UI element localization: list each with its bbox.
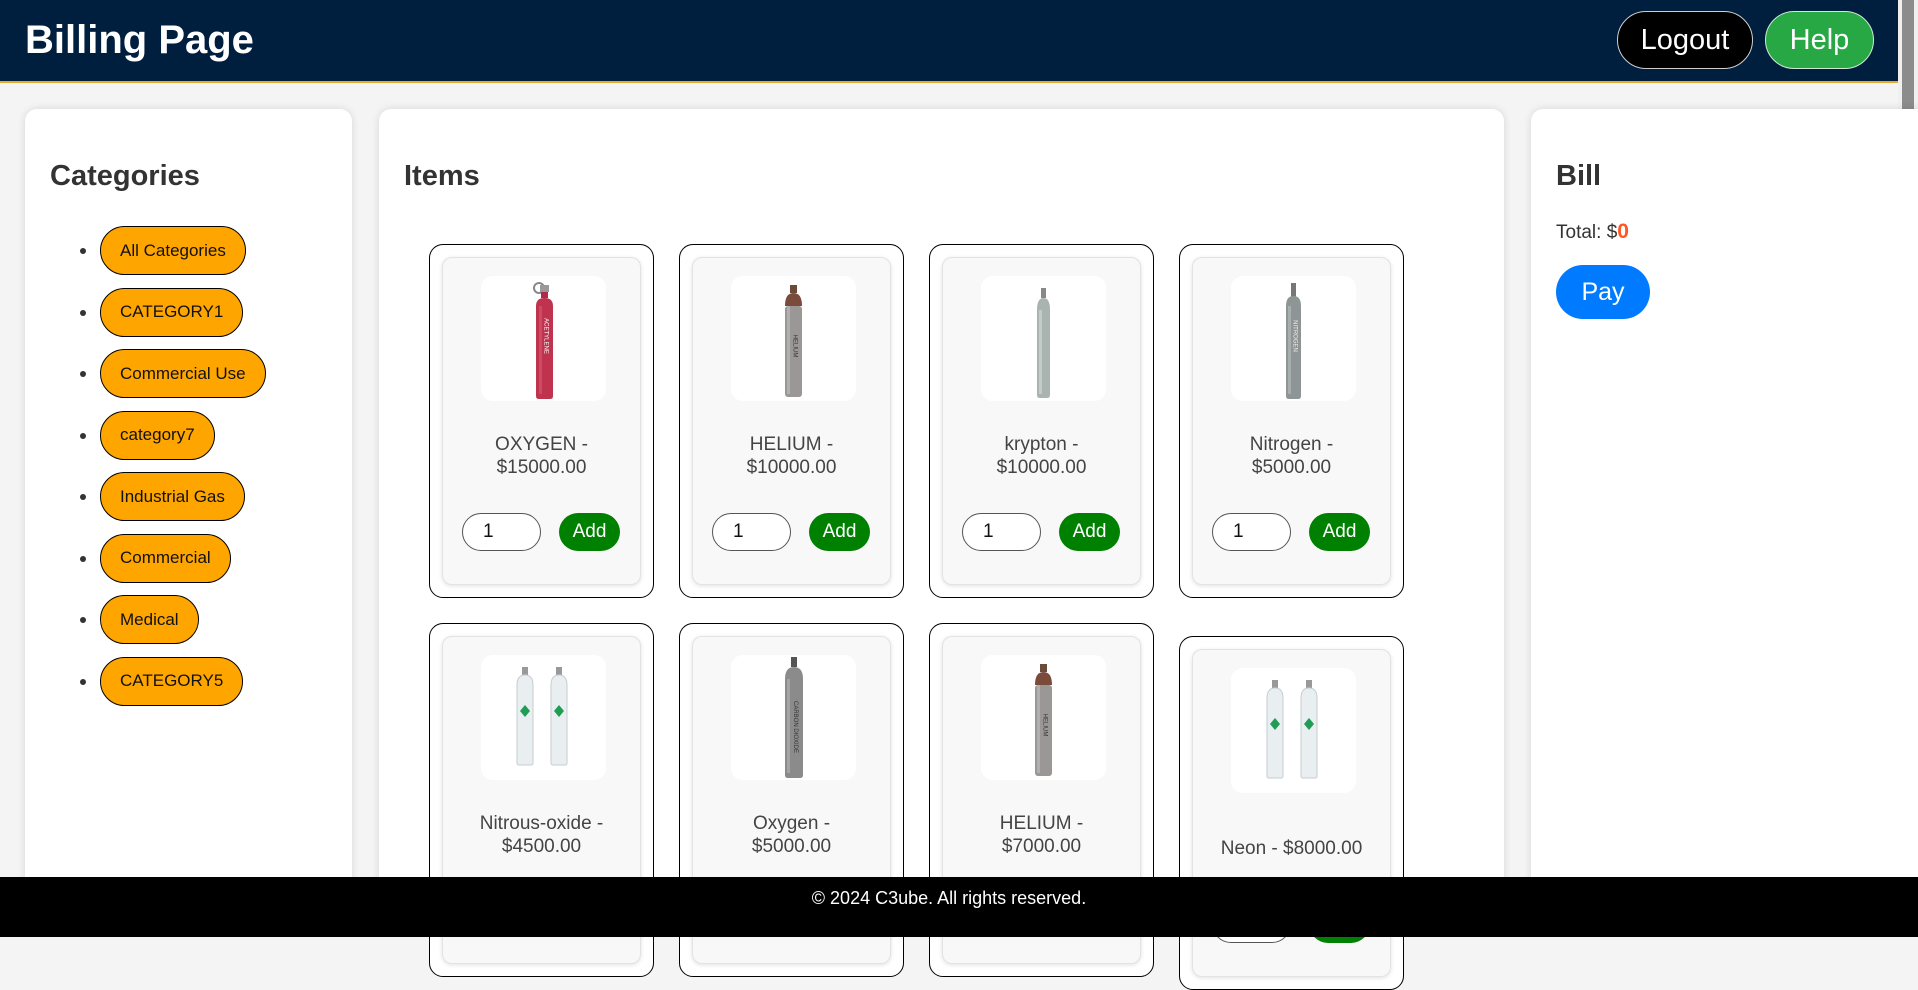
bullet-icon — [80, 309, 86, 316]
copyright-text: © 2024 C3ube. All rights reserved. — [811, 888, 1087, 908]
category-1-button[interactable]: CATEGORY1 — [100, 287, 244, 337]
item-card: krypton -$10000.00 Add — [929, 244, 1154, 598]
svg-text:HELIUM: HELIUM — [792, 335, 798, 358]
item-card-body: krypton -$10000.00 Add — [942, 257, 1141, 585]
bullet-icon — [80, 617, 86, 623]
item-card-body: HELIUM HELIUM -$10000.00 Add — [692, 257, 891, 585]
item-name: Neon - $8000.00 — [1220, 838, 1363, 859]
item-card-body: NITROGEN Nitrogen -$5000.00 Add — [1192, 257, 1391, 585]
total-amount: 0 — [1617, 220, 1629, 243]
quantity-input[interactable] — [712, 513, 791, 551]
items-title: Items — [404, 160, 480, 192]
item-name: HELIUM - $7000.00 — [999, 813, 1084, 857]
add-button[interactable]: Add — [1309, 513, 1370, 551]
bullet-icon — [80, 555, 86, 562]
twin-cylinders-white-icon — [481, 655, 606, 780]
category-industrial-gas-button[interactable]: Industrial Gas — [100, 472, 245, 521]
category-5-button[interactable]: CATEGORY5 — [100, 656, 244, 706]
pay-button[interactable]: Pay — [1556, 265, 1650, 319]
cylinder-red-icon: ACETYLENE — [481, 276, 606, 401]
svg-text:NITROGEN: NITROGEN — [1292, 320, 1298, 352]
add-button[interactable]: Add — [559, 513, 620, 551]
bill-title: Bill — [1556, 160, 1602, 192]
svg-text:ACETYLENE: ACETYLENE — [543, 318, 549, 354]
category-7-button[interactable]: category7 — [100, 410, 215, 460]
item-name: HELIUM - $10000.00 — [746, 434, 837, 478]
item-card-body: ACETYLENE OXYGEN -$15000.00 Add — [442, 257, 641, 585]
item-name: OXYGEN - $15000.00 — [495, 434, 588, 478]
bullet-icon — [80, 248, 86, 254]
cylinder-grey-icon: CARBON DIOXIDE — [731, 655, 856, 780]
logout-button[interactable]: Logout — [1617, 11, 1753, 69]
bullet-icon — [80, 494, 86, 500]
item-card: NITROGEN Nitrogen -$5000.00 Add — [1179, 244, 1404, 598]
cylinder-grey-brown-icon: HELIUM — [981, 655, 1106, 780]
total-label: Total: $ — [1556, 222, 1618, 243]
page-footer: © 2024 C3ube. All rights reserved. — [0, 877, 1918, 937]
category-all-button[interactable]: All Categories — [100, 226, 246, 275]
svg-text:CARBON DIOXIDE: CARBON DIOXIDE — [792, 701, 798, 753]
twin-cylinders-white-icon — [1231, 668, 1356, 793]
category-medical-button[interactable]: Medical — [100, 595, 199, 644]
bill-total: Total: $0 — [1556, 220, 1629, 244]
cylinder-grey-icon: NITROGEN — [1231, 276, 1356, 401]
quantity-input[interactable] — [462, 513, 541, 551]
categories-title: Categories — [50, 160, 200, 192]
item-name: Oxygen - $5000.00 — [751, 813, 832, 857]
quantity-input[interactable] — [1212, 513, 1291, 551]
svg-text:HELIUM: HELIUM — [1042, 714, 1048, 737]
item-card: ACETYLENE OXYGEN -$15000.00 Add — [429, 244, 654, 598]
add-button[interactable]: Add — [1059, 513, 1120, 551]
bullet-icon — [80, 678, 86, 685]
cylinder-grey-brown-icon: HELIUM — [731, 276, 856, 401]
item-name: Nitrous-oxide - $4500.00 — [479, 813, 604, 857]
page-title: Billing Page — [25, 18, 254, 62]
item-name: Nitrogen - $5000.00 — [1249, 434, 1334, 478]
cylinder-light-grey-icon — [981, 276, 1106, 401]
app-header: Billing Page Logout Help — [0, 0, 1898, 83]
help-button[interactable]: Help — [1765, 11, 1874, 69]
add-button[interactable]: Add — [809, 513, 870, 551]
item-name: krypton - $10000.00 — [996, 434, 1087, 478]
category-commercial-use-button[interactable]: Commercial Use — [100, 349, 266, 398]
bullet-icon — [80, 371, 86, 377]
item-card: HELIUM HELIUM -$10000.00 Add — [679, 244, 904, 598]
bullet-icon — [80, 432, 86, 439]
category-commercial-button[interactable]: Commercial — [100, 533, 231, 583]
quantity-input[interactable] — [962, 513, 1041, 551]
